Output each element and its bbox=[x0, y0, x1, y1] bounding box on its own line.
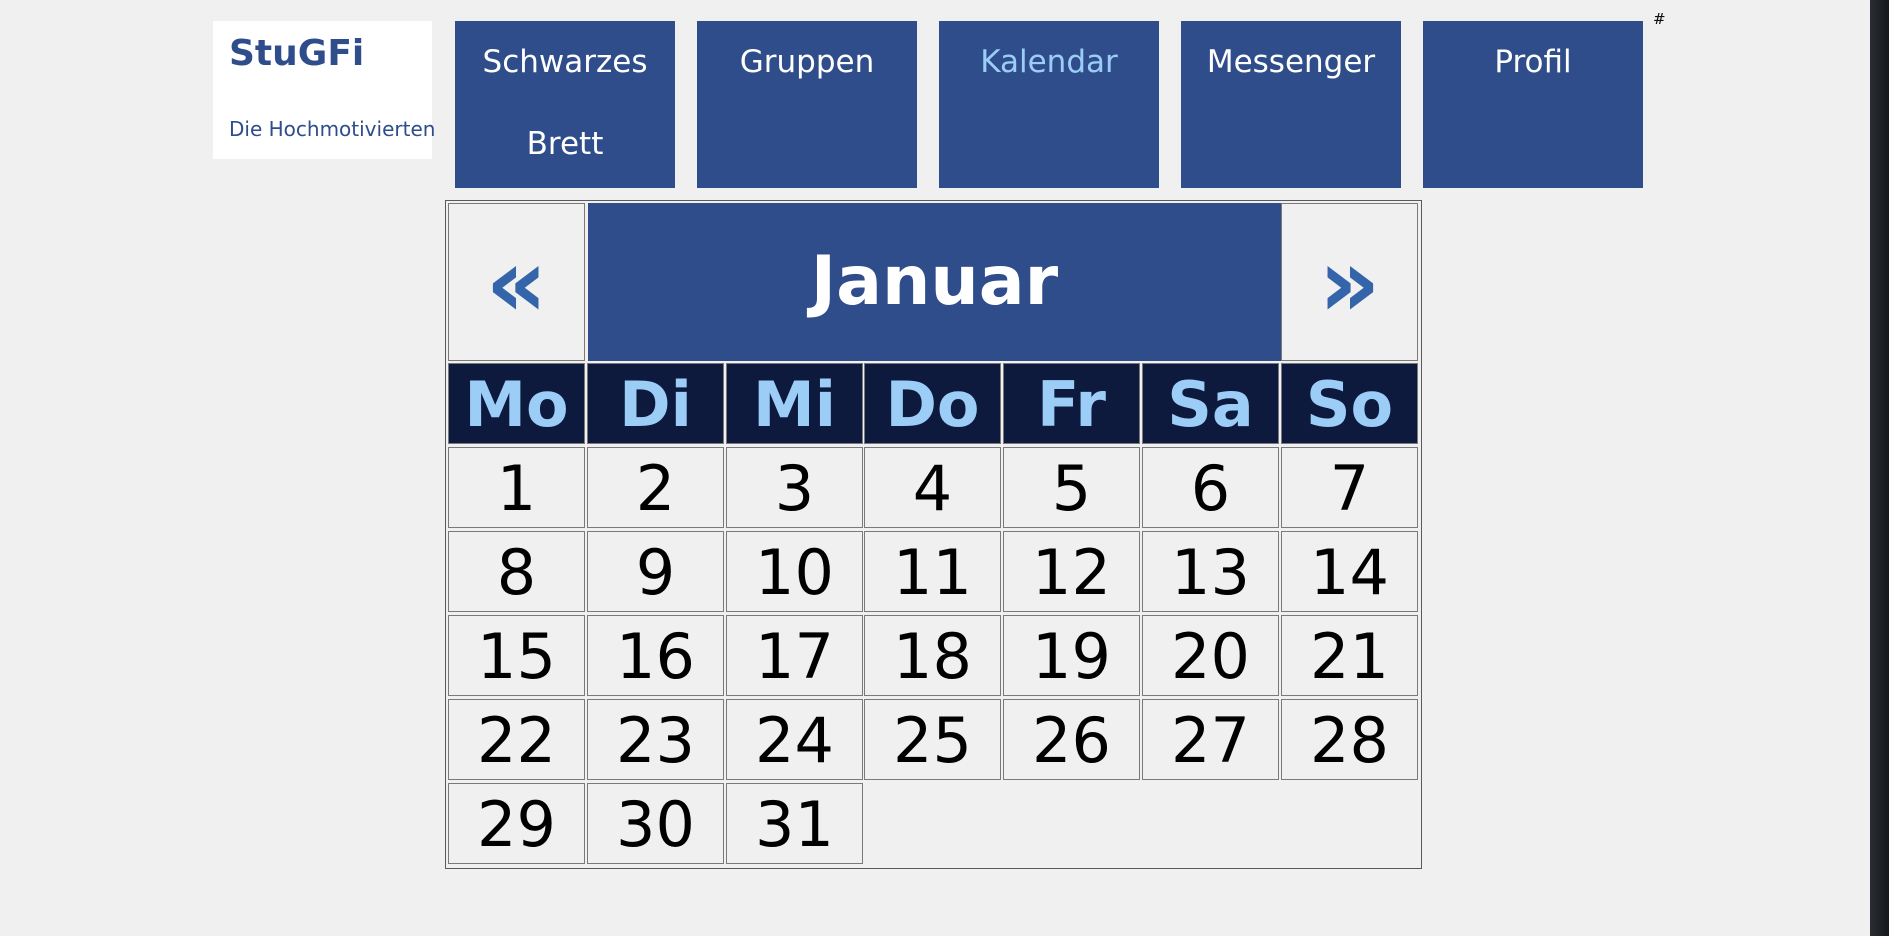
calendar-day[interactable]: 7 bbox=[1281, 447, 1418, 528]
nav-schwarzes-brett[interactable]: Schwarzes Brett bbox=[455, 21, 675, 188]
logo-subtitle: Die Hochmotivierten bbox=[229, 117, 436, 141]
nav-label: Gruppen bbox=[739, 44, 875, 80]
calendar-day[interactable]: 20 bbox=[1142, 615, 1279, 696]
calendar-day[interactable]: 19 bbox=[1003, 615, 1140, 696]
calendar-day[interactable]: 12 bbox=[1003, 531, 1140, 612]
weekday-header: So bbox=[1281, 363, 1418, 444]
calendar-day[interactable]: 4 bbox=[864, 447, 1001, 528]
next-month-button[interactable]: » bbox=[1281, 203, 1418, 361]
weekday-header: Di bbox=[587, 363, 724, 444]
calendar-day[interactable]: 14 bbox=[1281, 531, 1418, 612]
nav-label: Kalendar bbox=[980, 44, 1118, 80]
logo-title: StuGFi bbox=[229, 33, 365, 74]
calendar-day[interactable]: 26 bbox=[1003, 699, 1140, 780]
window-edge bbox=[1870, 0, 1889, 936]
calendar-day[interactable]: 24 bbox=[726, 699, 863, 780]
weekday-header: Do bbox=[864, 363, 1001, 444]
month-title: Januar bbox=[588, 203, 1281, 361]
calendar-day[interactable]: 11 bbox=[864, 531, 1001, 612]
weekday-header: Mi bbox=[726, 363, 863, 444]
double-chevron-left-icon: « bbox=[485, 227, 548, 339]
weekday-header: Mo bbox=[448, 363, 585, 444]
calendar-day[interactable]: 8 bbox=[448, 531, 585, 612]
calendar-day[interactable]: 25 bbox=[864, 699, 1001, 780]
calendar-day[interactable]: 18 bbox=[864, 615, 1001, 696]
calendar-day[interactable]: 21 bbox=[1281, 615, 1418, 696]
calendar-day[interactable]: 27 bbox=[1142, 699, 1279, 780]
calendar-day[interactable]: 9 bbox=[587, 531, 724, 612]
weekday-header: Sa bbox=[1142, 363, 1279, 444]
nav-messenger[interactable]: Messenger bbox=[1181, 21, 1401, 188]
calendar-day[interactable]: 23 bbox=[587, 699, 724, 780]
nav-label: Messenger bbox=[1206, 44, 1376, 80]
nav-label: Schwarzes bbox=[482, 44, 648, 80]
double-chevron-right-icon: » bbox=[1318, 227, 1381, 339]
calendar-day[interactable]: 17 bbox=[726, 615, 863, 696]
corner-hash-link[interactable]: # bbox=[1653, 10, 1666, 28]
calendar-day[interactable]: 16 bbox=[587, 615, 724, 696]
calendar-day[interactable]: 5 bbox=[1003, 447, 1140, 528]
calendar-day[interactable]: 22 bbox=[448, 699, 585, 780]
nav-gruppen[interactable]: Gruppen bbox=[697, 21, 917, 188]
calendar-day[interactable]: 10 bbox=[726, 531, 863, 612]
calendar-day[interactable]: 2 bbox=[587, 447, 724, 528]
calendar-day[interactable]: 15 bbox=[448, 615, 585, 696]
calendar-day[interactable]: 28 bbox=[1281, 699, 1418, 780]
prev-month-button[interactable]: « bbox=[448, 203, 585, 361]
calendar-day[interactable]: 1 bbox=[448, 447, 585, 528]
nav-label: Brett bbox=[526, 126, 604, 162]
nav-profil[interactable]: Profil bbox=[1423, 21, 1643, 188]
calendar-day[interactable]: 13 bbox=[1142, 531, 1279, 612]
calendar-day[interactable]: 6 bbox=[1142, 447, 1279, 528]
nav-kalendar[interactable]: Kalendar bbox=[939, 21, 1159, 188]
page: StuGFi Die Hochmotivierten Schwarzes Bre… bbox=[0, 0, 1889, 936]
weekday-header: Fr bbox=[1003, 363, 1140, 444]
calendar-day[interactable]: 30 bbox=[587, 783, 724, 864]
calendar: « Januar » Mo Di Mi Do Fr Sa So 1 2 3 4 5 6 7 8 9 10 11 12… bbox=[445, 200, 1422, 869]
nav-label: Profil bbox=[1494, 44, 1572, 80]
calendar-day[interactable]: 29 bbox=[448, 783, 585, 864]
calendar-day[interactable]: 31 bbox=[726, 783, 863, 864]
calendar-day[interactable]: 3 bbox=[726, 447, 863, 528]
logo[interactable]: StuGFi Die Hochmotivierten bbox=[213, 21, 436, 159]
